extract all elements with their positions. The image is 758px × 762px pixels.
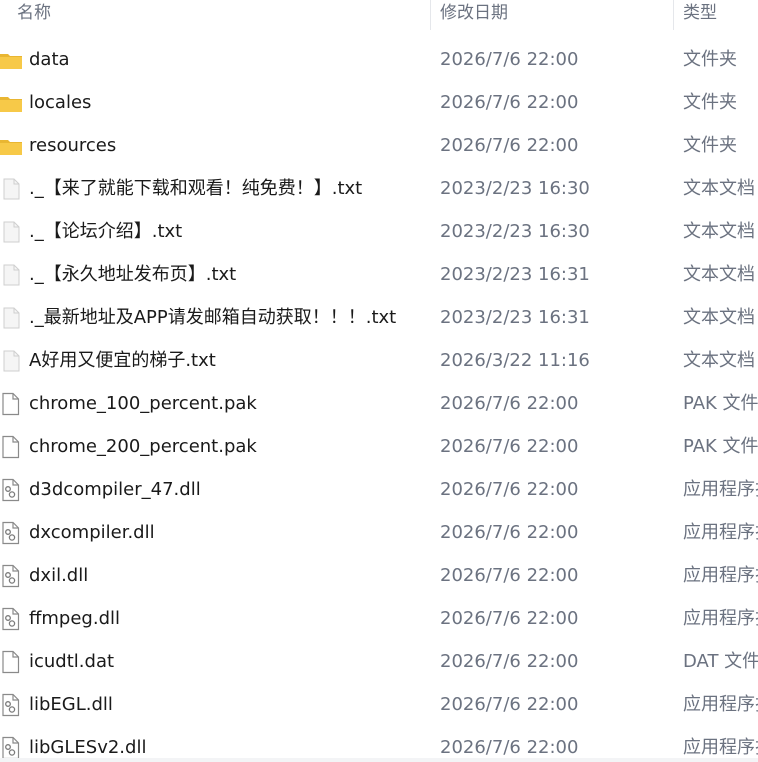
file-name: A好用又便宜的梯子.txt — [29, 350, 216, 371]
dll-file-icon — [0, 564, 22, 588]
file-type: 应用程序扩展 — [683, 565, 758, 586]
file-type: 应用程序扩展 — [683, 522, 758, 543]
dll-file-icon — [0, 736, 22, 760]
file-name: ._【来了就能下载和观看！纯免费！】.txt — [29, 178, 363, 199]
file-row[interactable]: resources 2026/7/6 22:00 文件夹 — [0, 124, 758, 167]
folder-icon — [0, 91, 22, 115]
file-name: dxcompiler.dll — [29, 522, 155, 543]
text-file-icon — [0, 306, 22, 330]
file-name: libGLESv2.dll — [29, 737, 147, 758]
file-modified-date: 2026/7/6 22:00 — [440, 479, 579, 500]
text-file-icon — [0, 263, 22, 287]
file-type: 文件夹 — [683, 49, 737, 70]
file-modified-date: 2026/7/6 22:00 — [440, 651, 579, 672]
file-name: chrome_200_percent.pak — [29, 436, 257, 457]
file-modified-date: 2023/2/23 16:30 — [440, 178, 590, 199]
file-row[interactable]: ._【永久地址发布页】.txt 2023/2/23 16:31 文本文档 — [0, 253, 758, 296]
dll-file-icon — [0, 693, 22, 717]
file-type: 应用程序扩展 — [683, 608, 758, 629]
file-modified-date: 2026/7/6 22:00 — [440, 522, 579, 543]
file-modified-date: 2026/7/6 22:00 — [440, 608, 579, 629]
column-header-name[interactable]: 名称 — [17, 0, 51, 30]
file-modified-date: 2026/7/6 22:00 — [440, 393, 579, 414]
file-row[interactable]: ._【论坛介绍】.txt 2023/2/23 16:30 文本文档 — [0, 210, 758, 253]
column-divider[interactable] — [673, 0, 674, 30]
horizontal-scrollbar[interactable] — [0, 758, 758, 762]
file-row[interactable]: ._最新地址及APP请发邮箱自动获取！！！.txt 2023/2/23 16:31… — [0, 296, 758, 339]
dll-file-icon — [0, 521, 22, 545]
folder-icon — [0, 134, 22, 158]
file-row[interactable]: locales 2026/7/6 22:00 文件夹 — [0, 81, 758, 124]
file-row[interactable]: ._【来了就能下载和观看！纯免费！】.txt 2023/2/23 16:30 文本文… — [0, 167, 758, 210]
file-type: 应用程序扩展 — [683, 479, 758, 500]
text-file-icon — [0, 177, 22, 201]
file-modified-date: 2023/2/23 16:31 — [440, 307, 590, 328]
file-name: ._【永久地址发布页】.txt — [29, 264, 237, 285]
dll-file-icon — [0, 607, 22, 631]
file-row[interactable]: A好用又便宜的梯子.txt 2026/3/22 11:16 文本文档 — [0, 339, 758, 382]
file-name: chrome_100_percent.pak — [29, 393, 257, 414]
file-type: 文本文档 — [683, 264, 755, 285]
file-modified-date: 2026/7/6 22:00 — [440, 737, 579, 758]
file-row[interactable]: libGLESv2.dll 2026/7/6 22:00 应用程序扩展 — [0, 726, 758, 762]
file-name: icudtl.dat — [29, 651, 115, 672]
file-icon — [0, 650, 22, 674]
file-icon — [0, 435, 22, 459]
text-file-icon — [0, 220, 22, 244]
file-modified-date: 2023/2/23 16:31 — [440, 264, 590, 285]
file-modified-date: 2026/7/6 22:00 — [440, 135, 579, 156]
column-header-bar: 名称 修改日期 类型 — [0, 0, 758, 30]
file-list: data 2026/7/6 22:00 文件夹 locales 2026/7/6 22:… — [0, 38, 758, 762]
file-explorer: 名称 修改日期 类型 data 2026/7/6 22:00 文件夹 locales 2… — [0, 0, 758, 762]
file-name: resources — [29, 135, 117, 156]
file-row[interactable]: libEGL.dll 2026/7/6 22:00 应用程序扩展 — [0, 683, 758, 726]
file-row[interactable]: d3dcompiler_47.dll 2026/7/6 22:00 应用程序扩展 — [0, 468, 758, 511]
file-type: DAT 文件 — [683, 651, 758, 672]
file-modified-date: 2026/7/6 22:00 — [440, 92, 579, 113]
file-type: 文件夹 — [683, 92, 737, 113]
file-name: ._最新地址及APP请发邮箱自动获取！！！.txt — [29, 307, 397, 328]
file-type: 文本文档 — [683, 221, 755, 242]
file-modified-date: 2026/3/22 11:16 — [440, 350, 590, 371]
file-type: 文本文档 — [683, 350, 755, 371]
file-row[interactable]: data 2026/7/6 22:00 文件夹 — [0, 38, 758, 81]
column-header-modified[interactable]: 修改日期 — [440, 0, 508, 30]
file-modified-date: 2026/7/6 22:00 — [440, 436, 579, 457]
file-type: 应用程序扩展 — [683, 694, 758, 715]
file-row[interactable]: icudtl.dat 2026/7/6 22:00 DAT 文件 — [0, 640, 758, 683]
file-name: ._【论坛介绍】.txt — [29, 221, 183, 242]
file-modified-date: 2026/7/6 22:00 — [440, 694, 579, 715]
file-modified-date: 2023/2/23 16:30 — [440, 221, 590, 242]
file-modified-date: 2026/7/6 22:00 — [440, 49, 579, 70]
file-type: 应用程序扩展 — [683, 737, 758, 758]
file-name: d3dcompiler_47.dll — [29, 479, 201, 500]
folder-icon — [0, 48, 22, 72]
file-row[interactable]: chrome_200_percent.pak 2026/7/6 22:00 PAK … — [0, 425, 758, 468]
file-type: 文件夹 — [683, 135, 737, 156]
file-name: dxil.dll — [29, 565, 89, 586]
file-type: 文本文档 — [683, 178, 755, 199]
file-name: libEGL.dll — [29, 694, 113, 715]
file-row[interactable]: dxcompiler.dll 2026/7/6 22:00 应用程序扩展 — [0, 511, 758, 554]
text-file-icon — [0, 349, 22, 373]
file-row[interactable]: chrome_100_percent.pak 2026/7/6 22:00 PAK … — [0, 382, 758, 425]
column-divider[interactable] — [430, 0, 431, 30]
file-type: PAK 文件 — [683, 393, 758, 414]
file-modified-date: 2026/7/6 22:00 — [440, 565, 579, 586]
file-name: data — [29, 49, 70, 70]
file-name: ffmpeg.dll — [29, 608, 121, 629]
file-type: PAK 文件 — [683, 436, 758, 457]
dll-file-icon — [0, 478, 22, 502]
file-name: locales — [29, 92, 92, 113]
file-row[interactable]: ffmpeg.dll 2026/7/6 22:00 应用程序扩展 — [0, 597, 758, 640]
column-header-type[interactable]: 类型 — [683, 0, 717, 30]
file-icon — [0, 392, 22, 416]
file-type: 文本文档 — [683, 307, 755, 328]
file-row[interactable]: dxil.dll 2026/7/6 22:00 应用程序扩展 — [0, 554, 758, 597]
